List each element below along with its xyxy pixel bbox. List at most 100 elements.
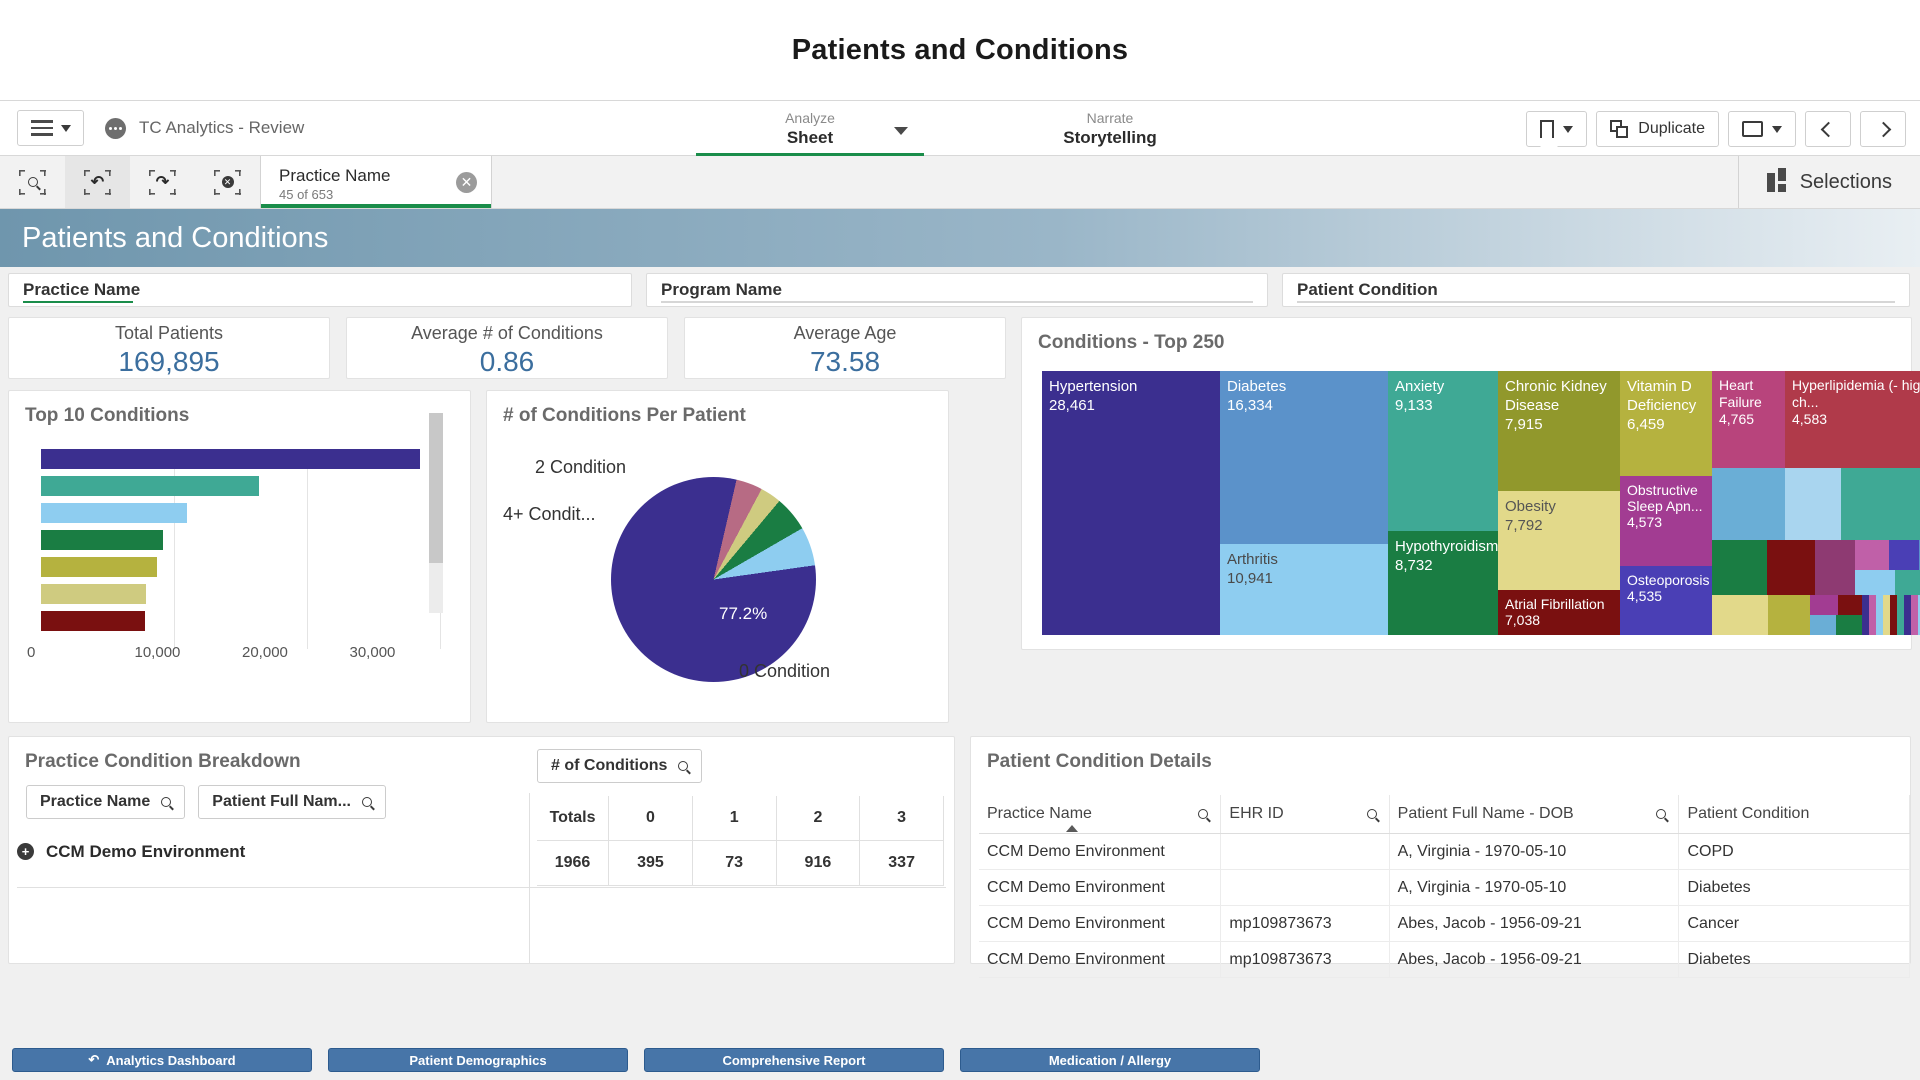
treemap-tile-small[interactable] bbox=[1815, 540, 1855, 595]
table-patient-condition-details[interactable]: Patient Condition Details Practice Name … bbox=[970, 736, 1911, 978]
next-sheet-button[interactable] bbox=[1860, 111, 1906, 147]
cell-practice-name[interactable]: CCM Demo Environment bbox=[979, 834, 1222, 869]
cell-ehr-id[interactable] bbox=[1221, 870, 1390, 905]
button-analytics-dashboard[interactable]: ↶ Analytics Dashboard bbox=[12, 1048, 312, 1072]
measure-num-conditions[interactable]: # of Conditions bbox=[537, 749, 703, 783]
treemap-tile-diabetes[interactable]: Diabetes 16,334 bbox=[1220, 371, 1388, 544]
bar-hypothyroidism[interactable] bbox=[41, 557, 157, 577]
table-row-label[interactable]: + CCM Demo Environment bbox=[17, 829, 245, 874]
chevron-down-icon[interactable] bbox=[894, 127, 908, 135]
chart-conditions-per-patient[interactable]: # of Conditions Per Patient 2 Condition … bbox=[486, 390, 949, 723]
tab-analyze-sheet[interactable]: Analyze Sheet bbox=[660, 101, 960, 157]
cell-ehr-id[interactable]: mp109873673 bbox=[1221, 942, 1390, 977]
table-row[interactable]: 1966 395 73 916 337 bbox=[537, 841, 944, 886]
column-header-patient-condition[interactable]: Patient Condition bbox=[1679, 795, 1911, 833]
bar-chart-scrollbar[interactable] bbox=[429, 413, 443, 613]
hamburger-menu-button[interactable] bbox=[17, 110, 84, 146]
treemap-tile-small[interactable] bbox=[1855, 570, 1895, 595]
button-patient-demographics[interactable]: Patient Demographics bbox=[328, 1048, 628, 1072]
step-back-button[interactable]: ↶ bbox=[65, 156, 130, 208]
close-icon[interactable]: ✕ bbox=[456, 172, 477, 193]
column-header-patient-full-name-dob[interactable]: Patient Full Name - DOB bbox=[1390, 795, 1680, 833]
column-header-practice-name[interactable]: Practice Name bbox=[979, 795, 1222, 833]
cell-ehr-id[interactable]: mp109873673 bbox=[1221, 906, 1390, 941]
filter-program-name[interactable]: Program Name bbox=[646, 273, 1268, 307]
treemap-tile-small[interactable] bbox=[1855, 540, 1889, 570]
treemap-tile-small[interactable] bbox=[1889, 540, 1919, 570]
treemap-tile-small[interactable] bbox=[1810, 595, 1838, 615]
treemap-tile-small[interactable] bbox=[1712, 468, 1785, 540]
treemap-tile-small[interactable] bbox=[1810, 615, 1836, 635]
search-icon[interactable] bbox=[678, 761, 689, 771]
column-header-ehr-id[interactable]: EHR ID bbox=[1221, 795, 1390, 833]
cell-practice-name[interactable]: CCM Demo Environment bbox=[979, 906, 1222, 941]
bar-hypertension[interactable] bbox=[41, 449, 420, 469]
bar-diabetes[interactable] bbox=[41, 476, 259, 496]
search-icon[interactable] bbox=[1366, 809, 1377, 819]
table-row[interactable]: CCM Demo Environment A, Virginia - 1970-… bbox=[979, 870, 1910, 906]
search-icon[interactable] bbox=[361, 797, 372, 807]
selections-panel-toggle[interactable]: Selections bbox=[1737, 156, 1920, 208]
filter-practice-name[interactable]: Practice Name bbox=[8, 273, 632, 307]
treemap-tile-obesity[interactable]: Obesity 7,792 bbox=[1498, 491, 1620, 590]
treemap-tile-obstructive-sleep-apnea[interactable]: Obstructive Sleep Apn... 4,573 bbox=[1620, 476, 1712, 566]
cell-patient-name[interactable]: Abes, Jacob - 1956-09-21 bbox=[1390, 942, 1680, 977]
dimension-patient-full-name[interactable]: Patient Full Nam... bbox=[198, 785, 386, 819]
chart-conditions-treemap[interactable]: Conditions - Top 250 Hypertension 28,461… bbox=[1021, 317, 1920, 650]
filter-patient-condition[interactable]: Patient Condition bbox=[1282, 273, 1910, 307]
treemap-tile-heart-failure[interactable]: Heart Failure 4,765 bbox=[1712, 371, 1785, 468]
cell-condition[interactable]: Diabetes bbox=[1679, 942, 1910, 977]
treemap-tile-small[interactable] bbox=[1712, 540, 1767, 595]
cell-patient-name[interactable]: A, Virginia - 1970-05-10 bbox=[1390, 870, 1680, 905]
treemap-tile-hyperlipidemia[interactable]: Hyperlipidemia (- high ch... 4,583 bbox=[1785, 371, 1920, 468]
cell-practice-name[interactable]: CCM Demo Environment bbox=[979, 942, 1222, 977]
table-row[interactable]: CCM Demo Environment mp109873673 Abes, J… bbox=[979, 942, 1910, 978]
treemap-tile-arthritis[interactable]: Arthritis 10,941 bbox=[1220, 544, 1388, 635]
button-medication-allergy[interactable]: Medication / Allergy bbox=[960, 1048, 1260, 1072]
search-icon[interactable] bbox=[1198, 809, 1209, 819]
expand-plus-icon[interactable]: + bbox=[17, 843, 34, 860]
selection-search-button[interactable] bbox=[0, 156, 65, 208]
button-comprehensive-report[interactable]: Comprehensive Report bbox=[644, 1048, 944, 1072]
treemap-tile-mosaic[interactable] bbox=[1862, 595, 1920, 635]
search-icon[interactable] bbox=[161, 797, 172, 807]
treemap-tile-chronic-kidney-disease[interactable]: Chronic Kidney Disease 7,915 bbox=[1498, 371, 1620, 491]
table-row[interactable]: CCM Demo Environment A, Virginia - 1970-… bbox=[979, 834, 1910, 870]
selection-chip-practice-name[interactable]: Practice Name 45 of 653 ✕ bbox=[260, 156, 492, 208]
cell-condition[interactable]: Cancer bbox=[1679, 906, 1910, 941]
treemap-tile-vitamin-d-deficiency[interactable]: Vitamin D Deficiency 6,459 bbox=[1620, 371, 1712, 476]
step-forward-button[interactable]: ↷ bbox=[130, 156, 195, 208]
treemap-tile-small[interactable] bbox=[1841, 468, 1920, 540]
treemap-tile-small[interactable] bbox=[1785, 468, 1841, 540]
pie-chart-plot[interactable] bbox=[611, 477, 816, 682]
treemap-tile-small[interactable] bbox=[1838, 595, 1862, 615]
bar-obesity[interactable] bbox=[41, 611, 145, 631]
tab-narrate-storytelling[interactable]: Narrate Storytelling bbox=[960, 101, 1260, 157]
cell-practice-name[interactable]: CCM Demo Environment bbox=[979, 870, 1222, 905]
treemap-tile-hypertension[interactable]: Hypertension 28,461 bbox=[1042, 371, 1220, 635]
bookmark-button[interactable] bbox=[1526, 111, 1588, 147]
table-practice-condition-breakdown[interactable]: Practice Condition Breakdown Practice Na… bbox=[8, 736, 955, 964]
cell-patient-name[interactable]: A, Virginia - 1970-05-10 bbox=[1390, 834, 1680, 869]
treemap-tile-small[interactable] bbox=[1712, 595, 1768, 635]
treemap-tile-atrial-fibrillation[interactable]: Atrial Fibrillation 7,038 bbox=[1498, 590, 1620, 635]
treemap-tile-small[interactable] bbox=[1768, 595, 1810, 635]
cell-ehr-id[interactable] bbox=[1221, 834, 1390, 869]
bar-chronic-kidney-disease[interactable] bbox=[41, 584, 146, 604]
dimension-practice-name[interactable]: Practice Name bbox=[26, 785, 186, 819]
treemap-tile-osteoporosis[interactable]: Osteoporosis 4,535 bbox=[1620, 566, 1712, 635]
cell-condition[interactable]: COPD bbox=[1679, 834, 1910, 869]
cell-condition[interactable]: Diabetes bbox=[1679, 870, 1910, 905]
bar-anxiety[interactable] bbox=[41, 530, 163, 550]
search-icon[interactable] bbox=[1656, 809, 1667, 819]
chart-top10-conditions[interactable]: Top 10 Conditions 0 10,000 20,000 30,000 bbox=[8, 390, 471, 723]
previous-sheet-button[interactable] bbox=[1805, 111, 1851, 147]
treemap-tile-anxiety[interactable]: Anxiety 9,133 bbox=[1388, 371, 1498, 531]
bar-arthritis[interactable] bbox=[41, 503, 187, 523]
table-row[interactable]: CCM Demo Environment mp109873673 Abes, J… bbox=[979, 906, 1910, 942]
duplicate-button[interactable]: Duplicate bbox=[1596, 111, 1719, 147]
treemap-tile-small[interactable] bbox=[1836, 615, 1862, 635]
treemap-tile-small[interactable] bbox=[1767, 540, 1815, 595]
screen-mode-button[interactable] bbox=[1728, 111, 1796, 147]
treemap-tile-small[interactable] bbox=[1895, 570, 1920, 595]
